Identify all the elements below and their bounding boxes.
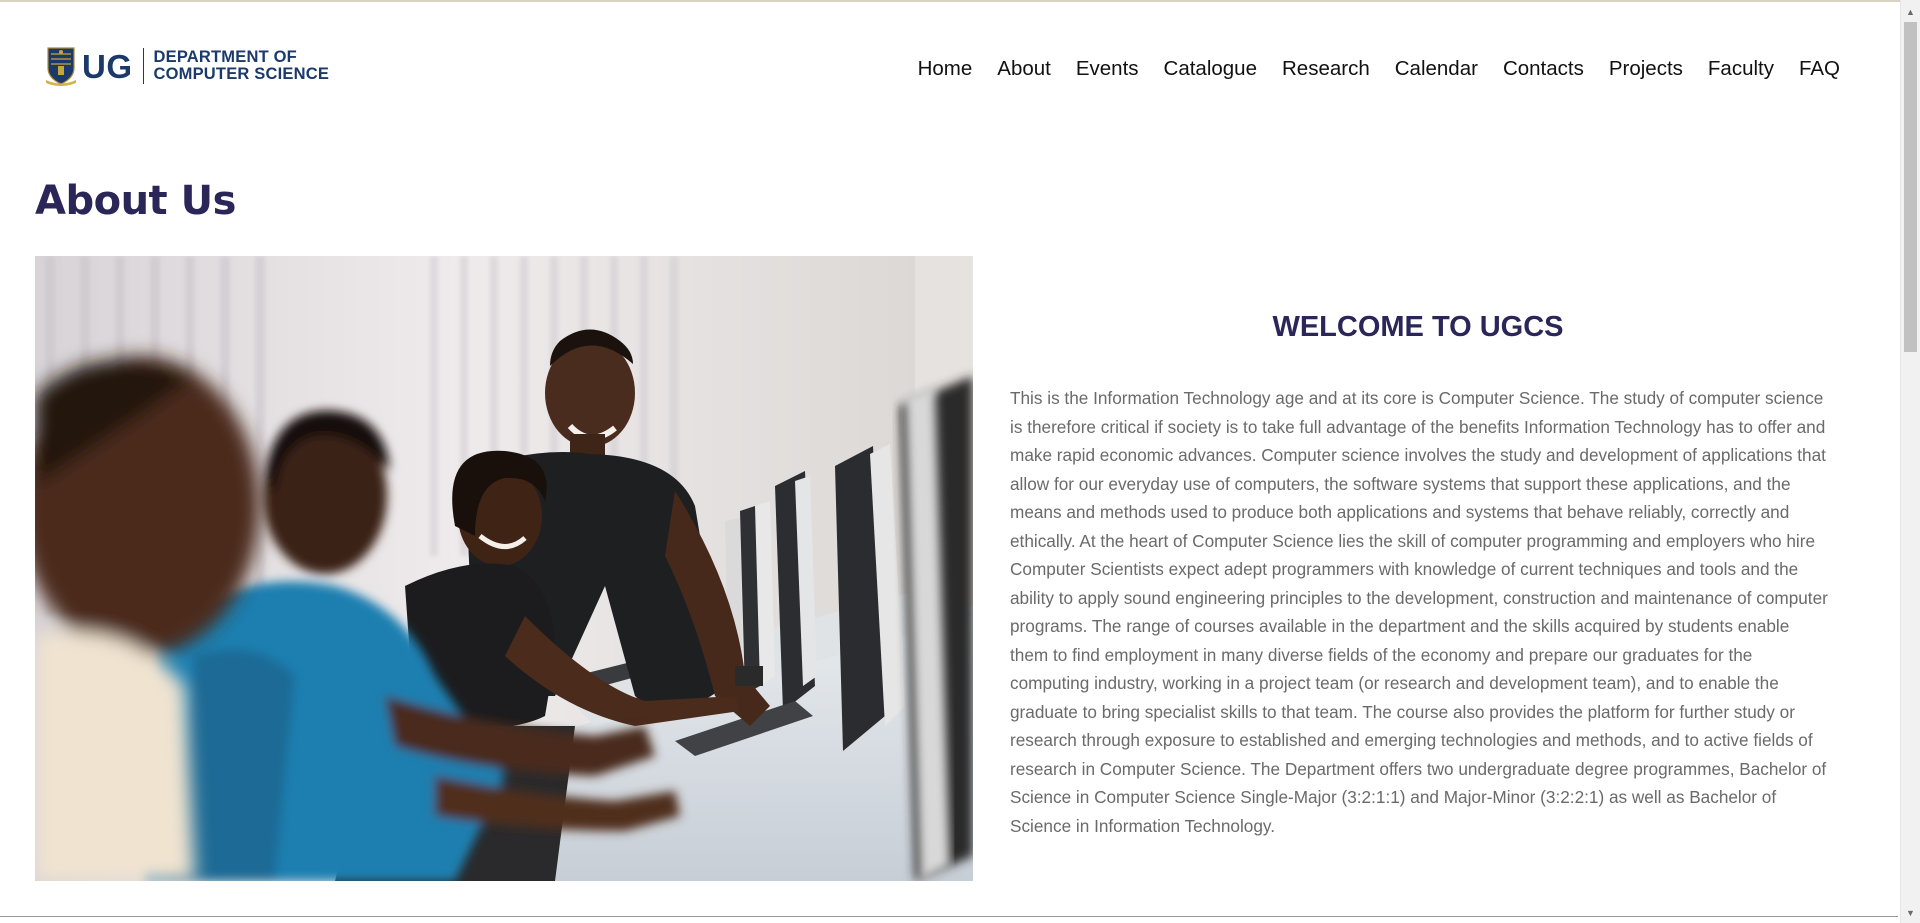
page-title: About Us [35,178,236,224]
logo-ug-text: UG [82,47,133,85]
students-computer-lab-photo [35,256,973,881]
nav-contacts[interactable]: Contacts [1503,56,1584,82]
logo-line-2: COMPUTER SCIENCE [153,65,330,83]
department-logo-link[interactable]: UG DEPARTMENT OF COMPUTER SCIENCE [46,46,329,86]
nav-projects[interactable]: Projects [1609,56,1683,82]
scroll-down-arrow-icon[interactable]: ▼ [1901,905,1920,921]
nav-faculty[interactable]: Faculty [1708,56,1774,82]
university-crest-icon [46,47,76,86]
logo-department-name: DEPARTMENT OF COMPUTER SCIENCE [153,47,330,84]
logo-line-1: DEPARTMENT OF [153,47,297,66]
welcome-body-text: This is the Information Technology age a… [1010,388,1828,836]
site-header: UG DEPARTMENT OF COMPUTER SCIENCE Home A… [0,2,1898,132]
nav-research[interactable]: Research [1282,56,1370,82]
page-scrollbar[interactable]: ▲ ▼ [1900,0,1920,923]
scroll-up-arrow-icon[interactable]: ▲ [1901,4,1920,20]
nav-home[interactable]: Home [918,56,973,82]
nav-events[interactable]: Events [1076,56,1139,82]
scrollbar-thumb[interactable] [1904,22,1917,352]
nav-faq[interactable]: FAQ [1799,56,1840,82]
main-nav: Home About Events Catalogue Research Cal… [893,56,1840,82]
nav-calendar[interactable]: Calendar [1395,56,1478,82]
section-divider [0,916,1898,917]
welcome-heading: WELCOME TO UGCS [1272,311,1564,343]
nav-about[interactable]: About [997,56,1051,82]
nav-catalogue[interactable]: Catalogue [1164,56,1257,82]
logo-divider [142,48,144,84]
